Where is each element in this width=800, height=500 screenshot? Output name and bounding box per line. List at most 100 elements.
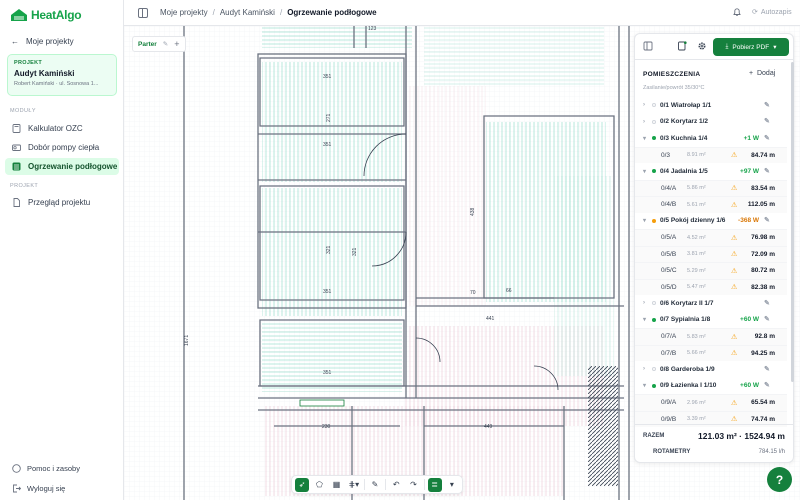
loop-row[interactable]: 0/7/A 5.83 m² ⚠ 92.8 m: [635, 328, 787, 345]
room-name: 0/4 Jadalnia 1/5: [660, 167, 708, 175]
chevron-down-icon[interactable]: ▾: [643, 135, 649, 142]
help-resources-link[interactable]: Pomoc i zasoby: [12, 464, 80, 473]
chevron-down-icon[interactable]: ▾: [643, 316, 649, 323]
sidebar-item-floor-heating[interactable]: Ogrzewanie podłogowe: [5, 158, 119, 175]
house-logo-icon: [11, 9, 27, 21]
loop-area: 5.47 m²: [687, 284, 706, 291]
loop-row[interactable]: 0/5/C 5.29 m² ⚠ 80.72 m: [635, 262, 787, 279]
redo-button[interactable]: ↷: [406, 478, 420, 492]
room-row[interactable]: ▾ 0/7 Sypialnia 1/8 +60 W ✎: [635, 312, 787, 329]
report-icon[interactable]: [677, 41, 687, 51]
project-card[interactable]: PROJEKT Audyt Kamiński Robert Kamiński ·…: [7, 54, 117, 96]
loop-row[interactable]: 0/7/B 5.66 m² ⚠ 94.25 m: [635, 344, 787, 361]
loop-row[interactable]: 0/5/A 4.52 m² ⚠ 76.98 m: [635, 229, 787, 246]
edit-pencil-icon[interactable]: ✎: [764, 217, 771, 224]
panel-scrollbar[interactable]: [791, 62, 794, 382]
edit-pencil-icon[interactable]: ✎: [764, 135, 771, 142]
room-row[interactable]: › 0/2 Korytarz 1/2 ✎: [635, 114, 787, 131]
status-dot: [652, 383, 656, 388]
room-row[interactable]: › 0/6 Korytarz II 1/7 ✎: [635, 295, 787, 312]
sidebar-item-heat-pump[interactable]: Dobór pompy ciepła: [5, 139, 119, 156]
rotameters-label: ROTAMETRY: [653, 449, 691, 455]
rooms-title: POMIESZCZENIA: [643, 71, 701, 78]
rooms-panel: ⤓ Pobierz PDF ▾ POMIESZCZENIA + Dodaj Za…: [634, 33, 794, 463]
sidebar-toggle-icon[interactable]: [138, 8, 148, 18]
loop-area: 3.81 m²: [687, 251, 706, 258]
chevron-right-icon[interactable]: ›: [643, 102, 649, 108]
autosave-label: Autozapis: [760, 8, 792, 16]
chevron-down-icon[interactable]: ▾: [643, 217, 649, 224]
grid-icon: ▦: [332, 480, 341, 489]
room-row[interactable]: ▾ 0/3 Kuchnia 1/4 +1 W ✎: [635, 130, 787, 147]
add-room-button[interactable]: + Dodaj: [749, 70, 775, 77]
panel-summary: RAZEM 121.03 m² · 1524.94 m ROTAMETRY 78…: [635, 424, 793, 455]
sidebar-collapse-icon[interactable]: [643, 41, 653, 51]
edit-pencil-icon[interactable]: ✎: [764, 102, 771, 109]
chevron-down-icon[interactable]: ▾: [643, 382, 649, 389]
edit-pencil-icon[interactable]: ✎: [764, 300, 771, 307]
loop-row[interactable]: 0/4/A 5.86 m² ⚠ 83.54 m: [635, 179, 787, 196]
help-icon: [12, 464, 21, 473]
arrow-left-icon: ←: [11, 37, 19, 46]
undo-button[interactable]: ↶: [389, 478, 403, 492]
redo-icon: ↷: [410, 480, 417, 489]
select-icon: ➶: [298, 480, 306, 489]
layers-button[interactable]: ≣: [427, 477, 442, 492]
draw-tool-button[interactable]: ✎: [368, 478, 382, 492]
breadcrumb-item[interactable]: Audyt Kamiński: [220, 8, 275, 17]
back-to-projects-link[interactable]: ← Moje projekty: [11, 37, 74, 46]
loop-length: 94.25 m: [751, 349, 775, 357]
loop-row[interactable]: 0/4/B 5.61 m² ⚠ 112.05 m: [635, 196, 787, 213]
manifold-marker: [299, 399, 345, 407]
download-icon: ⤓: [725, 43, 729, 50]
select-tool-button[interactable]: ➶: [295, 477, 310, 492]
floor-tab-parter[interactable]: Parter ✎ +: [132, 36, 186, 52]
add-floor-icon[interactable]: +: [174, 39, 179, 49]
loop-row[interactable]: 0/9/A 2.96 m² ⚠ 65.54 m: [635, 394, 787, 411]
loop-length: 83.54 m: [751, 184, 775, 192]
loop-row[interactable]: 0/3 8.91 m² ⚠ 84.74 m: [635, 146, 787, 163]
bell-icon[interactable]: [732, 7, 742, 17]
help-button[interactable]: ?: [767, 467, 792, 492]
chevron-right-icon[interactable]: ›: [643, 366, 649, 372]
breadcrumb-current: Ogrzewanie podłogowe: [287, 8, 377, 17]
room-row[interactable]: › 0/1 Wiatrołap 1/1 ✎: [635, 97, 787, 114]
edit-pencil-icon[interactable]: ✎: [764, 168, 771, 175]
plus-icon: +: [749, 70, 754, 77]
dim-label: 351: [323, 289, 332, 295]
help-label: Pomoc i zasoby: [27, 464, 80, 473]
room-name: 0/9 Łazienka I 1/10: [660, 382, 717, 390]
logout-link[interactable]: Wyloguj się: [12, 484, 65, 493]
app-logo[interactable]: HeatAlgo: [10, 8, 82, 22]
power-delta: +1 W: [743, 134, 759, 142]
edit-pencil-icon[interactable]: ✎: [764, 382, 771, 389]
toolbar-separator: [423, 479, 425, 490]
chevron-down-icon: ▾: [773, 44, 777, 51]
room-row[interactable]: ▾ 0/4 Jadalnia 1/5 +97 W ✎: [635, 163, 787, 180]
manifold-tool-button[interactable]: ⋕▾: [347, 478, 361, 492]
pencil-icon[interactable]: ✎: [163, 40, 168, 48]
layers-dropdown[interactable]: ▾: [445, 478, 459, 492]
room-row[interactable]: › 0/8 Garderoba 1/9 ✎: [635, 361, 787, 378]
room-row[interactable]: ▾ 0/5 Pokój dzienny 1/6 -368 W ✎: [635, 213, 787, 230]
edit-pencil-icon[interactable]: ✎: [764, 118, 771, 125]
loop-row[interactable]: 0/5/B 3.81 m² ⚠ 72.09 m: [635, 245, 787, 262]
loop-name: 0/5/D: [661, 283, 677, 291]
gear-icon[interactable]: [697, 41, 707, 51]
grid-tool-button[interactable]: ▦: [329, 478, 343, 492]
edit-pencil-icon[interactable]: ✎: [764, 366, 771, 373]
breadcrumb-item[interactable]: Moje projekty: [160, 8, 208, 17]
sidebar-item-overview[interactable]: Przegląd projektu: [5, 194, 119, 211]
sidebar-item-ozc[interactable]: Kalkulator OZC: [5, 120, 119, 137]
loop-row[interactable]: 0/5/D 5.47 m² ⚠ 82.38 m: [635, 278, 787, 295]
chevron-right-icon[interactable]: ›: [643, 300, 649, 306]
chevron-down-icon[interactable]: ▾: [643, 168, 649, 175]
polygon-tool-button[interactable]: ⬠: [312, 478, 326, 492]
document-icon: [13, 198, 20, 207]
download-pdf-button[interactable]: ⤓ Pobierz PDF ▾: [713, 38, 789, 56]
room-row[interactable]: ▾ 0/9 Łazienka I 1/10 +60 W ✎: [635, 378, 787, 395]
chevron-right-icon[interactable]: ›: [643, 119, 649, 125]
edit-pencil-icon[interactable]: ✎: [764, 316, 771, 323]
back-label: Moje projekty: [26, 37, 74, 46]
power-delta: +60 W: [740, 382, 759, 390]
